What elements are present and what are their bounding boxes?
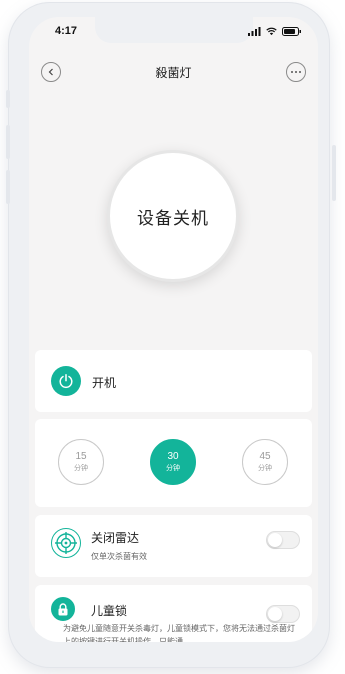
timer-option-value: 15 (75, 451, 87, 462)
more-dot-icon (291, 71, 293, 73)
device-state-label: 设备关机 (137, 208, 209, 229)
timer-option-unit: 分钟 (166, 464, 180, 472)
radar-icon (51, 528, 81, 558)
timer-option-unit: 分钟 (74, 464, 88, 472)
status-time: 4:17 (55, 25, 78, 37)
child-lock-description: 为避免儿童随意开关杀毒灯，儿童锁模式下，您将无法通过杀菌灯上的按键进行开关机操作… (63, 624, 295, 642)
timer-option-45[interactable]: 45 分钟 (242, 439, 288, 485)
toggle-knob (268, 533, 282, 547)
status-icons (248, 27, 302, 36)
timer-option-15[interactable]: 15 分钟 (58, 439, 104, 485)
power-on-card[interactable]: 开机 (35, 350, 312, 412)
toggle-knob (268, 607, 282, 621)
timer-option-value: 45 (259, 451, 271, 462)
device-power-button[interactable]: 设备关机 (107, 150, 239, 282)
phone-notch (95, 17, 253, 43)
child-lock-title: 儿童锁 (91, 604, 128, 618)
signal-icon (248, 27, 261, 36)
phone-side-button (6, 90, 10, 108)
radar-toggle[interactable] (266, 531, 300, 549)
battery-icon (282, 27, 301, 36)
power-icon (51, 366, 81, 396)
child-lock-toggle[interactable] (266, 605, 300, 623)
radar-title: 关闭雷达 (91, 531, 140, 545)
phone-side-button (332, 145, 336, 201)
timer-option-30[interactable]: 30 分钟 (150, 439, 196, 485)
more-dot-icon (299, 71, 301, 73)
timer-card: 15 分钟 30 分钟 45 分钟 (35, 419, 312, 507)
wifi-icon (266, 27, 277, 36)
phone-side-button (6, 170, 10, 204)
lock-icon (51, 597, 75, 621)
timer-option-value: 30 (167, 451, 179, 462)
timer-option-unit: 分钟 (258, 464, 272, 472)
phone-side-button (6, 125, 10, 159)
power-on-label: 开机 (92, 376, 117, 390)
radar-card: 关闭雷达 仅单次杀菌有效 (35, 515, 312, 577)
radar-subtitle: 仅单次杀菌有效 (91, 552, 147, 561)
more-dot-icon (295, 71, 297, 73)
more-options-button[interactable] (286, 62, 306, 82)
child-lock-card: 儿童锁 为避免儿童随意开关杀毒灯，儿童锁模式下，您将无法通过杀菌灯上的按键进行开… (35, 585, 312, 642)
page-title: 殺菌灯 (155, 66, 192, 80)
app-screen: 4:17 殺菌灯 设备关机 开机 15 分钟 30 分钟 45 分钟 关闭雷达 … (29, 17, 318, 642)
